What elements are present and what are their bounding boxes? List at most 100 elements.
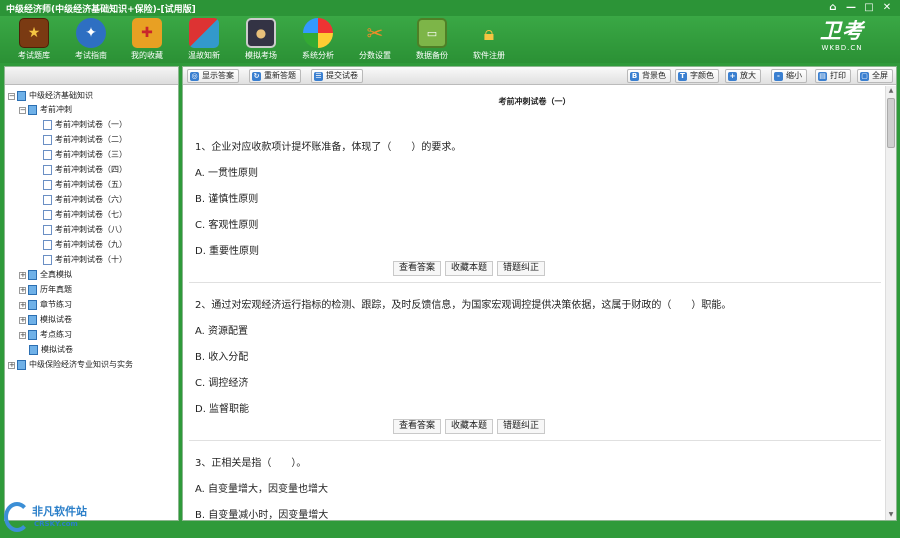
book-icon [17,360,26,370]
toolbar-review[interactable]: 温故知新 [174,18,234,63]
tree-root-insurance[interactable]: + 中级保险经济专业知识与实务 [8,358,133,372]
redo-button[interactable]: ↻ 重新答题 [249,69,301,83]
background-color-button[interactable]: B 背景色 [627,69,671,83]
tree-paper-8[interactable]: 考前冲刺试卷（八） [43,223,127,237]
brand-logo: 卫考 WKBD.CN [820,18,864,52]
question-3-option-a[interactable]: A. 自变量增大，因变量也增大 [195,480,328,495]
question-3-option-b[interactable]: B. 自变量减小时，因变量增大 [195,506,328,520]
toolbar-register[interactable]: 🔒︎ 软件注册 [459,18,519,63]
document-icon [43,225,52,235]
tree-paper-1[interactable]: 考前冲刺试卷（一） [43,118,127,132]
document-icon [43,240,52,250]
zoom-in-button[interactable]: + 放大 [725,69,761,83]
zoom-in-icon: + [728,71,737,81]
zoom-out-icon: - [774,71,783,81]
question-2-option-d[interactable]: D. 监督职能 [195,400,249,415]
expand-icon[interactable]: + [19,286,26,294]
toolbar-score-settings[interactable]: ✂ 分数设置 [345,18,405,63]
expand-icon[interactable]: + [19,316,26,324]
tree-folder-key-points[interactable]: + 考点练习 [19,328,72,342]
view-answer-button[interactable]: 查看答案 [393,419,442,434]
toolbar-analysis[interactable]: 系统分析 [288,18,348,63]
paper-title: 考前冲刺试卷（一） [498,97,571,106]
tree-paper-2[interactable]: 考前冲刺试卷（二） [43,133,127,147]
toolbar-exam-guide[interactable]: ✦ 考试指南 [61,18,121,63]
show-answers-button[interactable]: ◎ 显示答案 [187,69,239,83]
tree-paper-9[interactable]: 考前冲刺试卷（九） [43,238,127,252]
toolbar-favorites[interactable]: ✚ 我的收藏 [117,18,177,63]
tree-folder-mock-papers-2[interactable]: 模拟试卷 [29,343,73,357]
report-error-button[interactable]: 错题纠正 [497,261,546,276]
question-2-option-b[interactable]: B. 收入分配 [195,348,248,363]
pie-chart-icon [303,18,333,48]
tree-folder-chapters[interactable]: + 章节练习 [19,298,72,312]
tree-folder-past-exams[interactable]: + 历年真题 [19,283,72,297]
zoom-out-button[interactable]: - 缩小 [771,69,807,83]
collapse-icon[interactable]: − [8,92,15,100]
scroll-up-icon[interactable]: ▲ [886,86,896,96]
toolbar-exam-bank[interactable]: ★ 考试题库 [4,18,64,63]
fullscreen-button[interactable]: ▢ 全屏 [857,69,893,83]
tree-root-economics[interactable]: − 中级经济基础知识 [8,89,93,103]
maximize-button[interactable]: □ [862,1,876,14]
expand-icon[interactable]: + [19,301,26,309]
collapse-icon[interactable]: − [19,106,26,114]
left-panel: − 中级经济基础知识 − 考前冲刺 考前冲刺试卷（一） 考前冲刺试卷（二） 考前冲刺… [4,66,179,521]
question-2-option-a[interactable]: A. 资源配置 [195,322,248,337]
expand-icon[interactable]: + [8,361,15,369]
font-color-icon: T [678,71,687,81]
question-1-option-c[interactable]: C. 客观性原则 [195,216,258,231]
scrollbar-thumb[interactable] [887,98,895,148]
watermark-logo-icon [4,502,30,532]
question-1-option-b[interactable]: B. 谨慎性原则 [195,190,258,205]
main-toolbar: ★ 考试题库 ✦ 考试指南 ✚ 我的收藏 温故知新 ● 模拟考场 系统分析 ✂ … [0,16,900,63]
watermark: 非凡软件站 CRSKY.com [4,500,104,536]
tree-folder-mock-papers[interactable]: + 模拟试卷 [19,313,72,327]
expand-icon[interactable]: + [19,331,26,339]
book-icon [28,105,37,115]
submit-paper-button[interactable]: ☰ 提交试卷 [311,69,363,83]
document-icon [43,135,52,145]
vertical-scrollbar[interactable]: ▲ ▼ [885,86,896,520]
skin-icon[interactable]: ⌂ [826,1,840,14]
document-icon [43,180,52,190]
gift-box-icon: ✚ [132,18,162,48]
tree-paper-10[interactable]: 考前冲刺试卷（十） [43,253,127,267]
tree-section-sprint[interactable]: − 考前冲刺 [19,103,72,117]
submit-icon: ☰ [314,71,323,81]
tree-paper-5[interactable]: 考前冲刺试卷（五） [43,178,127,192]
minimize-button[interactable]: — [844,1,858,14]
close-button[interactable]: ✕ [880,1,894,14]
book-icon [28,330,37,340]
eye-icon: ◎ [190,71,199,81]
scroll-down-icon[interactable]: ▼ [886,510,896,520]
print-button[interactable]: ▤ 打印 [815,69,851,83]
expand-icon[interactable]: + [19,271,26,279]
favorite-question-button[interactable]: 收藏本题 [445,261,494,276]
question-1-option-d[interactable]: D. 重要性原则 [195,242,259,257]
lock-icon: 🔒︎ [483,21,495,45]
toolbar-backup[interactable]: ▭ 数据备份 [402,18,462,63]
question-1-option-a[interactable]: A. 一贯性原则 [195,164,258,179]
disk-backup-icon: ▭ [417,18,447,48]
monitor-person-icon: ● [246,18,276,48]
font-color-button[interactable]: T 字颜色 [675,69,719,83]
favorite-question-button[interactable]: 收藏本题 [445,419,494,434]
tree-paper-6[interactable]: 考前冲刺试卷（六） [43,193,127,207]
question-2-option-c[interactable]: C. 调控经济 [195,374,248,389]
tree-header [5,67,178,85]
question-divider [189,282,881,283]
tree-paper-3[interactable]: 考前冲刺试卷（三） [43,148,127,162]
document-icon [43,210,52,220]
document-icon [43,120,52,130]
tree-paper-7[interactable]: 考前冲刺试卷（七） [43,208,127,222]
book-icon [28,315,37,325]
toolbar-mock-exam[interactable]: ● 模拟考场 [231,18,291,63]
view-answer-button[interactable]: 查看答案 [393,261,442,276]
tree-folder-full-mock[interactable]: + 全真模拟 [19,268,72,282]
report-error-button[interactable]: 错题纠正 [497,419,546,434]
tree-paper-4[interactable]: 考前冲刺试卷（四） [43,163,127,177]
question-1-text: 1、企业对应收款项计提坏账准备，体现了（ ）的要求。 [195,142,462,153]
book-icon [29,345,38,355]
question-2-text: 2、通过对宏观经济运行指标的检测、跟踪，及时反馈信息，为国家宏观调控提供决策依据… [195,300,732,311]
